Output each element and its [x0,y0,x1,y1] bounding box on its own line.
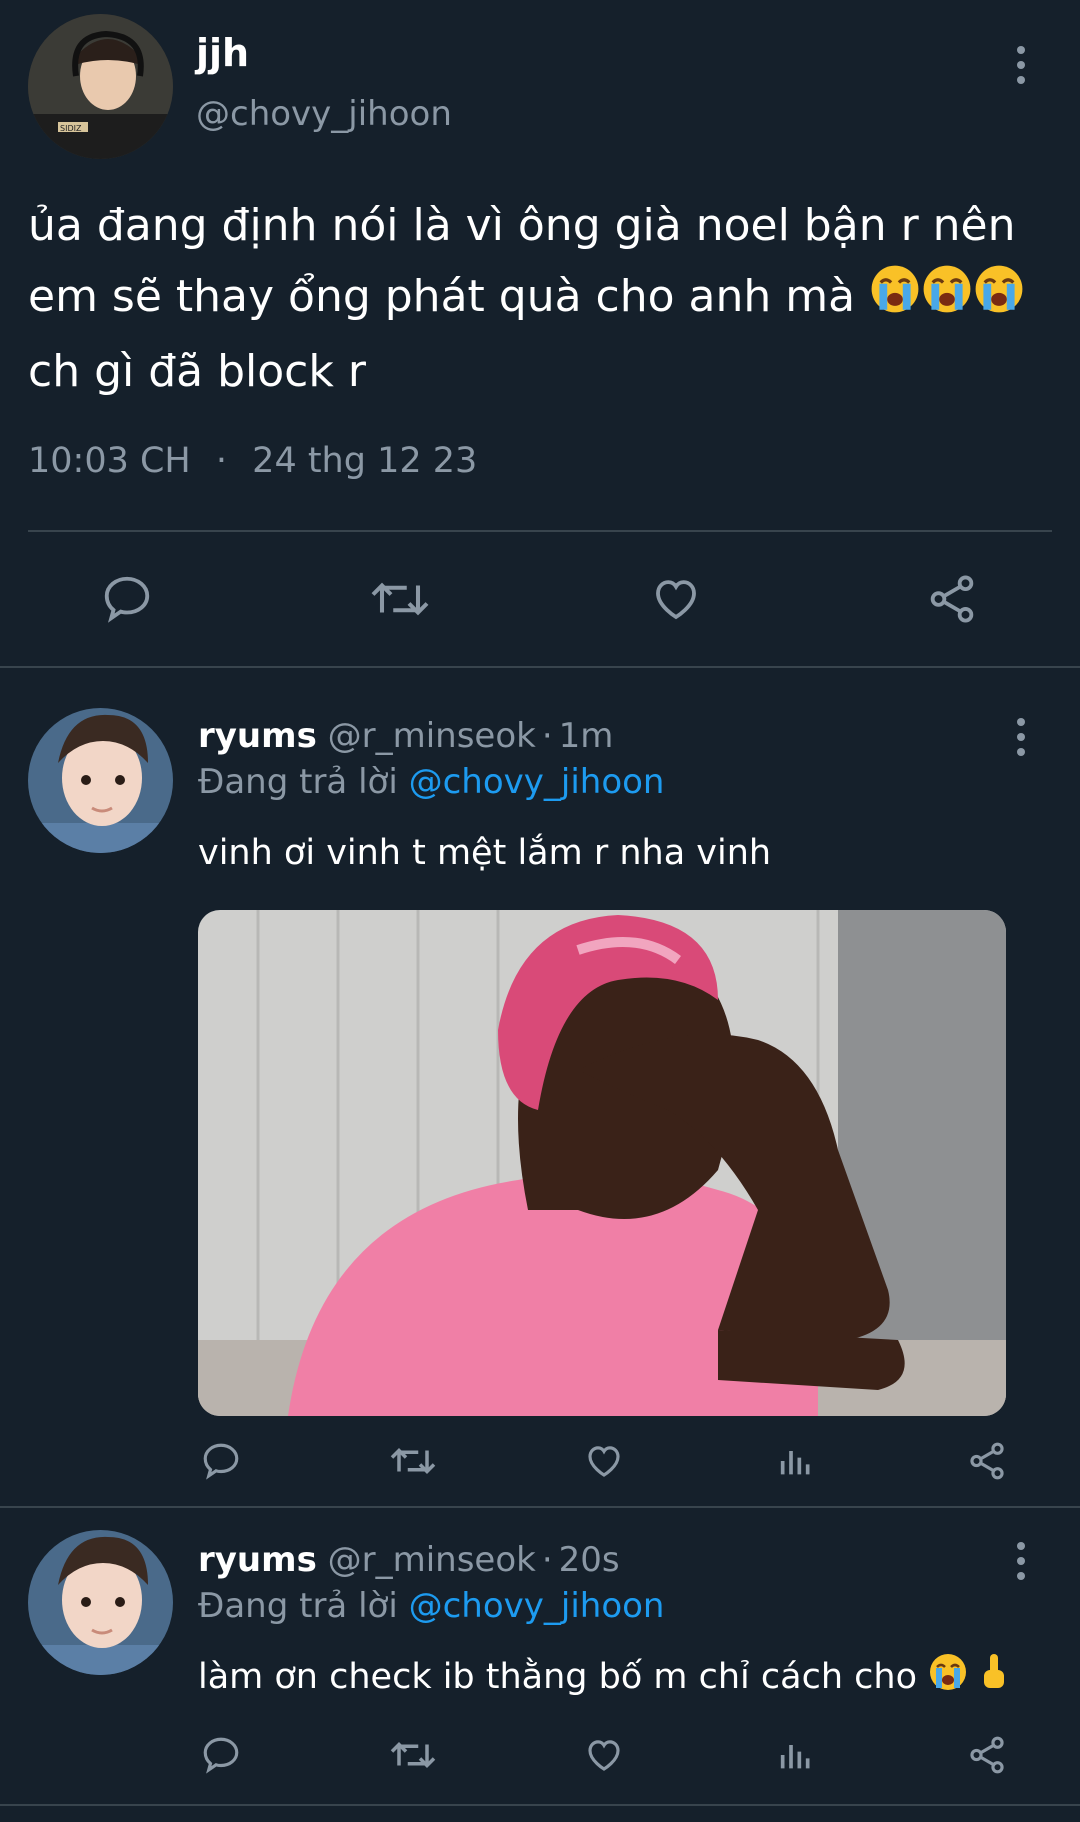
handle[interactable]: @r_minseok [328,1540,536,1580]
divider [28,530,1052,532]
loudly-crying-face-icon [928,1652,968,1704]
retweet-icon[interactable] [388,1440,438,1482]
handle[interactable]: @chovy_jihoon [196,92,452,136]
svg-text:SIDIZ: SIDIZ [60,124,82,133]
reply-icon[interactable] [200,1440,242,1482]
display-name[interactable]: jjh [196,30,249,76]
separator: · [541,716,553,756]
share-icon[interactable] [966,1440,1008,1482]
reply-text-line: làm ơn check ib thằng bố m chỉ cách cho [198,1652,1009,1704]
tweet-date: 24 thg 12 23 [252,441,478,481]
more-options-icon[interactable] [1011,46,1031,84]
more-options-icon[interactable] [1011,1542,1031,1580]
views-icon[interactable] [776,1440,816,1482]
replying-to: Đang trả lời @chovy_jihoon [198,1586,665,1626]
retweet-icon[interactable] [368,572,432,626]
retweet-icon[interactable] [388,1734,438,1776]
tweet-timestamp: 10:03 CH · 24 thg 12 23 [28,438,477,484]
loudly-crying-face-icon [869,263,921,336]
separator: · [541,1540,553,1580]
reply-time[interactable]: 20s [559,1540,620,1580]
mention-link[interactable]: @chovy_jihoon [409,762,665,802]
divider [0,666,1080,668]
tweet-text: ủa đang định nói là vì ông già noel bận … [28,190,1048,407]
reply-icon[interactable] [100,572,154,626]
separator: · [215,441,228,481]
mention-link[interactable]: @chovy_jihoon [409,1586,665,1626]
reply-icon[interactable] [200,1734,242,1776]
reply-media-photo[interactable] [198,910,1006,1416]
avatar[interactable]: SIDIZ [28,14,173,159]
reply-header: ryums @r_minseok · 20s [198,1538,620,1582]
tweet-time: 10:03 CH [28,441,191,481]
views-icon[interactable] [776,1734,816,1776]
share-icon[interactable] [966,1734,1008,1776]
display-name[interactable]: ryums [198,1540,317,1580]
like-icon[interactable] [648,572,704,626]
avatar[interactable] [28,708,173,853]
display-name[interactable]: ryums [198,716,317,756]
divider [0,1506,1080,1508]
loudly-crying-face-icon [973,263,1025,336]
reply-time[interactable]: 1m [559,716,614,756]
more-options-icon[interactable] [1011,718,1031,756]
reply-text: vinh ơi vinh t mệt lắm r nha vinh [198,833,772,873]
avatar[interactable] [28,1530,173,1675]
divider [0,1804,1080,1806]
replying-to: Đang trả lời @chovy_jihoon [198,762,665,802]
handle[interactable]: @r_minseok [328,716,536,756]
reply-header: ryums @r_minseok · 1m [198,714,613,758]
like-icon[interactable] [582,1440,626,1482]
like-icon[interactable] [582,1734,626,1776]
share-icon[interactable] [924,572,980,626]
loudly-crying-face-icon [921,263,973,336]
reply-text: làm ơn check ib thằng bố m chỉ cách cho [198,1657,917,1697]
pointing-up-icon [979,1652,1009,1704]
